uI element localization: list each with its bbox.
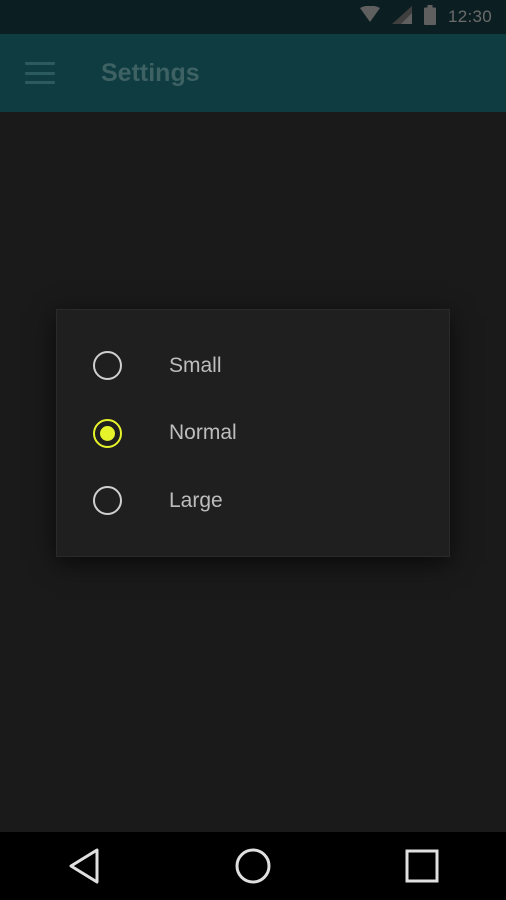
home-icon[interactable] (223, 841, 283, 891)
cell-signal-icon (391, 5, 412, 29)
status-time: 12:30 (447, 7, 492, 26)
status-bar: 12:30 (0, 0, 506, 34)
back-icon[interactable] (54, 841, 114, 891)
option-label-small: Small (169, 353, 222, 377)
battery-icon (423, 4, 436, 30)
radio-small[interactable] (93, 351, 122, 381)
page-title: Settings (101, 58, 200, 87)
radio-large[interactable] (93, 486, 122, 516)
option-large[interactable]: Large (57, 467, 449, 535)
radio-normal[interactable] (93, 418, 122, 448)
text-size-dialog: Small Normal Large (56, 309, 450, 557)
hamburger-menu-icon[interactable] (25, 62, 55, 84)
navigation-bar (0, 832, 506, 900)
option-label-large: Large (169, 488, 223, 512)
app-bar: Settings (0, 34, 506, 112)
recents-icon[interactable] (392, 841, 452, 891)
option-normal[interactable]: Normal (57, 400, 449, 468)
wifi-icon (359, 5, 380, 28)
screen: 12:30 Settings Small Normal Large (0, 0, 506, 900)
option-small[interactable]: Small (57, 332, 449, 400)
option-label-normal: Normal (169, 421, 237, 445)
